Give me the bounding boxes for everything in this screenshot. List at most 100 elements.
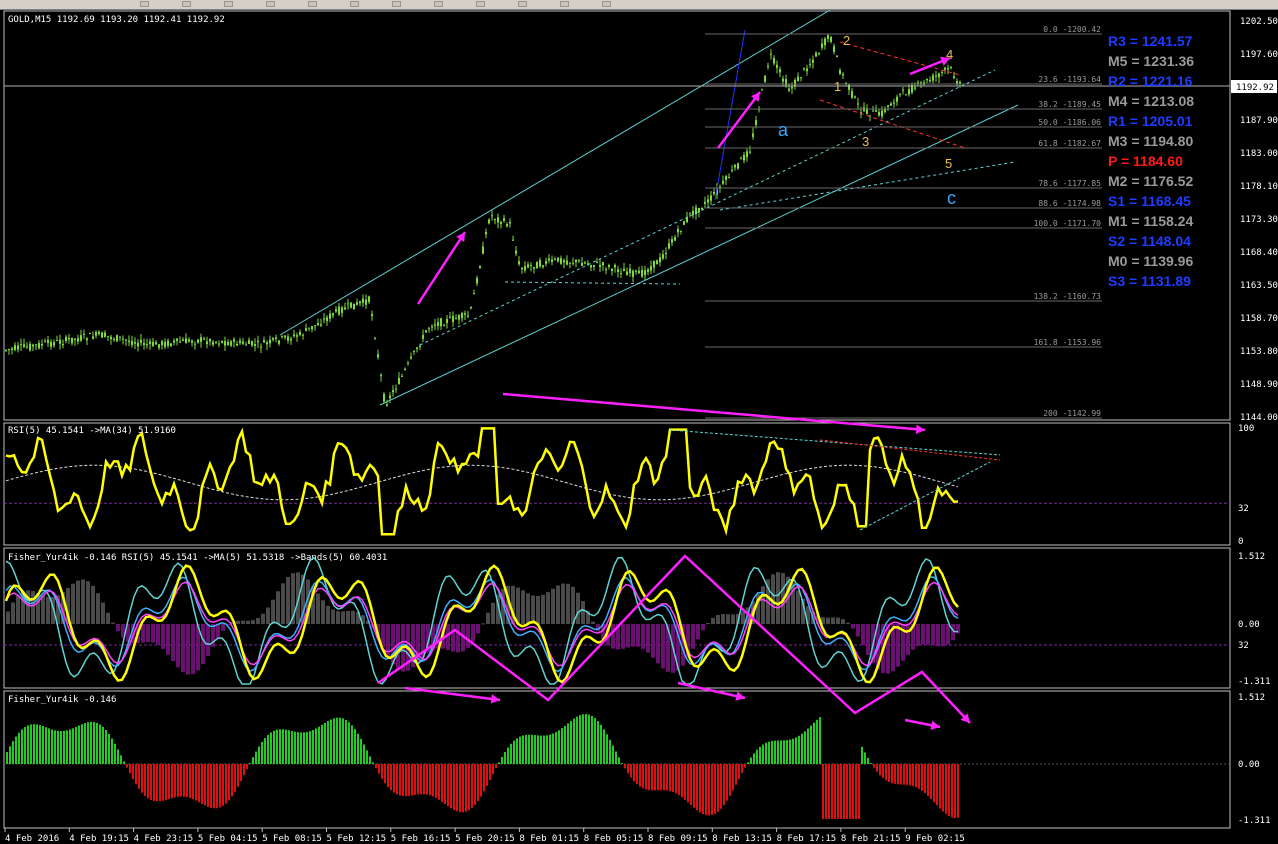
price-axis-label: 1168.40 bbox=[1240, 248, 1278, 258]
fisher-hist-bar bbox=[573, 718, 575, 764]
fisher-hist-bar bbox=[690, 764, 692, 806]
fisher-hist-bar bbox=[612, 745, 614, 764]
candle-body bbox=[530, 265, 532, 267]
fisher-hist-bar bbox=[63, 730, 65, 764]
fisher-hist-bar bbox=[51, 729, 53, 764]
toolbar-button[interactable] bbox=[560, 1, 569, 7]
fisher-bg-bar bbox=[641, 624, 645, 649]
candle-body bbox=[293, 334, 295, 337]
candle-body bbox=[47, 340, 49, 343]
fisher-hist-bar bbox=[543, 735, 545, 764]
candle-body bbox=[485, 231, 487, 235]
chart-window[interactable]: GOLD,M15 1192.69 1193.20 1192.41 1192.92… bbox=[0, 10, 1278, 844]
fisher-hist-bar bbox=[75, 726, 77, 764]
fisher-hist-bar bbox=[942, 764, 944, 812]
fisher-hist-bar bbox=[27, 725, 29, 764]
fisher-hist-bar bbox=[480, 764, 482, 797]
toolbar-button[interactable] bbox=[308, 1, 317, 7]
toolbar-button[interactable] bbox=[266, 1, 275, 7]
fisher-hist-bar bbox=[684, 764, 686, 800]
candle-body bbox=[479, 266, 481, 268]
fisher-hist-bar bbox=[339, 717, 341, 764]
fisher-hist-bar bbox=[516, 738, 518, 764]
fisher-hist-bar bbox=[768, 741, 770, 764]
candle-body bbox=[251, 341, 253, 346]
rsi-axis-label: 32 bbox=[1238, 504, 1249, 514]
fisher-bg-bar bbox=[191, 624, 195, 675]
fisher-bg-bar bbox=[176, 624, 180, 668]
fisher-hist-bar bbox=[954, 764, 956, 818]
candle-body bbox=[542, 265, 544, 268]
fisher-hist-bar bbox=[504, 751, 506, 764]
fisher-bg-bar bbox=[81, 579, 85, 624]
trend-arrow-up-1 bbox=[416, 231, 467, 305]
fisher-bg-bar bbox=[206, 624, 210, 656]
candle-body bbox=[491, 215, 493, 217]
candle-body bbox=[497, 217, 499, 223]
fisher-hist-bar bbox=[420, 764, 422, 795]
fisher-hist-bar bbox=[255, 751, 257, 764]
time-axis-label: 4 Feb 2016 bbox=[5, 834, 59, 844]
candle-body bbox=[44, 341, 46, 343]
fisher-hist-bar bbox=[528, 734, 530, 764]
candle-body bbox=[914, 87, 916, 89]
candle-body bbox=[128, 340, 130, 343]
fisher-bg-bar bbox=[796, 590, 800, 624]
fisher-hist-bar bbox=[120, 755, 122, 764]
fisher-hist-bar bbox=[915, 764, 917, 788]
fisher-hist-bar bbox=[261, 741, 263, 764]
fisher-hist-bar bbox=[714, 764, 716, 814]
fisher-hist-bar bbox=[888, 764, 890, 782]
toolbar-button[interactable] bbox=[392, 1, 401, 7]
candle-body bbox=[554, 258, 556, 260]
toolbar-button[interactable] bbox=[350, 1, 359, 7]
fisher-hist-bar bbox=[159, 764, 161, 802]
fisher-hist-bar bbox=[789, 739, 791, 764]
candle-body bbox=[584, 262, 586, 264]
fisher-axis-label: 0.00 bbox=[1238, 620, 1260, 630]
candle-body bbox=[701, 208, 703, 210]
fisher-hist-bar bbox=[699, 764, 701, 813]
toolbar-button[interactable] bbox=[602, 1, 611, 7]
fib-level-label: 38.2 -1189.45 bbox=[1038, 100, 1101, 109]
candle-body bbox=[752, 133, 754, 137]
time-axis-label: 8 Feb 09:15 bbox=[648, 834, 708, 844]
fisher-bg-bar bbox=[726, 614, 730, 624]
wave-label-2: 2 bbox=[843, 33, 850, 48]
toolbar-button[interactable] bbox=[434, 1, 443, 7]
fisher-hist-panel-title: Fisher_Yur4ik -0.146 bbox=[8, 695, 116, 705]
candle-body bbox=[5, 349, 7, 351]
price-axis-label: 1183.00 bbox=[1240, 149, 1278, 159]
fisher-hist-bar bbox=[9, 746, 11, 764]
fisher-hist-bar bbox=[564, 725, 566, 764]
toolbar-button[interactable] bbox=[140, 1, 149, 7]
chart-canvas[interactable]: GOLD,M15 1192.69 1193.20 1192.41 1192.92… bbox=[0, 10, 1278, 844]
fisher-bg-bar bbox=[31, 591, 35, 624]
toolbar-button[interactable] bbox=[476, 1, 485, 7]
candle-body bbox=[359, 301, 361, 304]
candle-body bbox=[581, 262, 583, 266]
candle-body bbox=[269, 339, 271, 344]
candle-body bbox=[164, 341, 166, 347]
fisher-hist-bar bbox=[429, 764, 431, 796]
candle-body bbox=[800, 77, 802, 79]
candle-body bbox=[689, 212, 691, 214]
fisher-hist-bar bbox=[777, 740, 779, 764]
fisher-bg-bar bbox=[341, 611, 345, 624]
candle-body bbox=[902, 89, 904, 91]
fisher-bg-bar bbox=[456, 624, 460, 653]
fisher-bg-bar bbox=[546, 592, 550, 624]
fisher-hist-bar bbox=[93, 722, 95, 764]
fisher-hist-bar bbox=[900, 764, 902, 785]
candle-body bbox=[887, 105, 889, 107]
candle-body bbox=[272, 337, 274, 340]
fisher-hist-bar bbox=[426, 764, 428, 795]
toolbar-button[interactable] bbox=[182, 1, 191, 7]
toolbar-button[interactable] bbox=[224, 1, 233, 7]
candle-body bbox=[80, 335, 82, 341]
toolbar-button[interactable] bbox=[518, 1, 527, 7]
candle-body bbox=[602, 262, 604, 266]
candle-body bbox=[200, 337, 202, 342]
fisher-bg-bar bbox=[731, 614, 735, 624]
candle-body bbox=[896, 96, 898, 102]
